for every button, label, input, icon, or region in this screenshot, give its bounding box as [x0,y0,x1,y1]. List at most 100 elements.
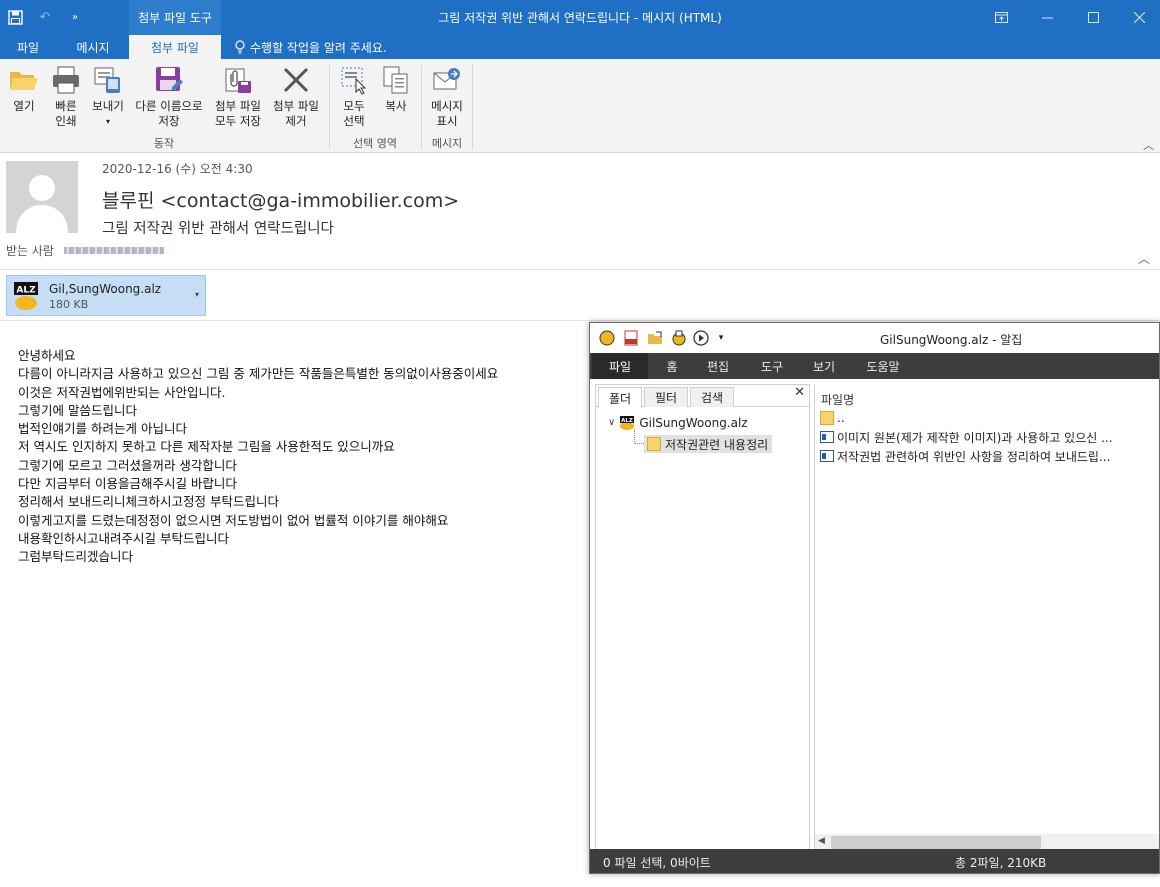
save-as-icon [153,63,185,97]
scrollbar-thumb[interactable] [831,836,1041,849]
extract-icon[interactable] [670,329,688,347]
chevron-down-icon[interactable]: ∨ [608,417,615,428]
close-pane-icon[interactable]: ✕ [794,385,805,400]
remove-attachment-button[interactable]: 첨부 파일 제거 [268,63,324,129]
select-all-label-1: 모두 [343,99,365,113]
play-icon[interactable] [692,329,710,347]
attachment-name: Gil,SungWoong.alz [49,282,162,296]
alzip-menu-view[interactable]: 보기 [804,353,844,379]
new-zip-icon[interactable] [622,329,640,347]
show-message-label-2: 표시 [436,114,458,128]
body-line: 그럼부탁드리겠습니다 [18,549,134,565]
send-button[interactable]: 보내기 ▾ [88,63,128,129]
alzip-menu-home[interactable]: 홈 [654,353,690,379]
status-total: 총 2파일, 210KB [955,856,1047,870]
column-header-filename[interactable]: 파일명 [821,391,854,408]
select-all-label-2: 선택 [343,114,365,128]
tab-search[interactable]: 검색 [690,387,734,407]
quick-access-toolbar: ↶ » [0,0,90,35]
collapse-ribbon-icon[interactable]: ︿ [1143,137,1154,153]
tree-root-item[interactable]: ∨ ALZ GilSungWoong.alz [608,415,748,430]
quick-print-button[interactable]: 빠른 인쇄 [46,63,86,129]
tab-message[interactable]: 메시지 [62,35,124,59]
alzip-menu-edit[interactable]: 편집 [698,353,738,379]
undo-icon[interactable]: ↶ [30,3,60,33]
show-message-button[interactable]: 메시지 표시 [425,63,469,129]
file-row-parent[interactable]: .. [820,409,845,427]
file-row[interactable]: 이미지 원본(제가 제작한 이미지)과 사용하고 있으신 ... [820,428,1113,446]
tree-child-label: 저작권관련 내용정리 [665,437,769,452]
file-row[interactable]: 저작권법 관련하여 위반인 사항을 정리하여 보내드립... [820,447,1110,465]
context-tab-title: 첨부 파일 도구 [129,0,221,35]
alzip-menu-file[interactable]: 파일 [592,353,648,379]
remove-label-2: 제거 [285,114,307,128]
tell-me-text: 수행할 작업을 알려 주세요. [250,40,387,55]
send-label-1: 보내기 [92,99,124,113]
alz-archive-icon: ALZ [620,416,635,430]
remove-label-1: 첨부 파일 [273,99,319,113]
copy-button[interactable]: 복사 [376,63,416,114]
group-label-selection: 선택 영역 [353,137,397,150]
folder-open-icon [8,63,40,97]
more-qat-icon[interactable]: » [60,3,90,33]
select-all-button[interactable]: 모두 선택 [334,63,374,129]
open-button[interactable]: 열기 [4,63,44,114]
scroll-left-icon[interactable]: ◀ [818,836,825,846]
avatar [6,161,78,233]
tab-file[interactable]: 파일 [4,35,52,59]
message-body: 안녕하세요 다름이 아니라지금 사용하고 있으신 그림 중 제가만든 작품들은특… [18,347,498,567]
save-as-button[interactable]: 다른 이름으로 저장 [130,63,208,129]
save-all-label-2: 모두 저장 [215,114,261,128]
alzip-menu-help[interactable]: 도움말 [858,353,908,379]
close-icon[interactable] [1116,0,1160,35]
show-message-label-1: 메시지 [431,99,463,113]
tab-attachment[interactable]: 첨부 파일 [129,35,221,59]
save-as-label-1: 다른 이름으로 [135,99,203,113]
alzip-window: ▾ GilSungWoong.alz - 알집 파일 홈 편집 도구 보기 도움… [589,322,1160,874]
tree-connector [634,429,644,444]
alz-archive-icon: ALZ [13,281,39,311]
chevron-down-icon[interactable]: ▾ [195,290,199,299]
maximize-icon[interactable] [1070,0,1116,35]
collapse-header-icon[interactable]: ︿ [1138,250,1150,267]
save-all-label-1: 첨부 파일 [215,99,261,113]
ribbon: 열기 빠른 인쇄 보내기 ▾ 다른 이름으로 저장 첨부 파일 모두 저장 첨부… [0,59,1160,153]
tab-folder[interactable]: 폴더 [598,387,642,408]
save-all-attachments-button[interactable]: 첨부 파일 모두 저장 [210,63,266,129]
ribbon-display-options-icon[interactable] [978,0,1024,35]
message-sender[interactable]: 블루핀 <contact@ga-immobilier.com> [102,186,459,213]
open-folder-icon[interactable] [646,329,664,347]
customize-qat-icon[interactable]: ▾ [712,329,730,347]
divider [0,320,1160,321]
body-line: 다만 지금부터 이용을금해주시길 바랍니다 [18,476,237,492]
minimize-icon[interactable] [1024,0,1070,35]
alz-badge-text: ALZ [16,286,36,296]
save-all-icon [222,63,254,97]
alzip-menu-tools[interactable]: 도구 [752,353,792,379]
copy-label-1: 복사 [385,99,407,113]
alzip-menu-bar: 파일 홈 편집 도구 보기 도움말 [590,353,1159,379]
send-to-icon [92,63,124,97]
save-as-label-2: 저장 [158,114,180,128]
folder-pane: 폴더 필터 검색 ✕ ∨ ALZ GilSungWoong.alz 저작권관련 … [595,384,810,851]
folder-icon [820,411,834,425]
tab-filter[interactable]: 필터 [644,387,688,407]
attachment-item[interactable]: ALZ Gil,SungWoong.alz 180 KB ▾ [6,275,206,316]
message-recipients: 받는 사람 [6,242,164,259]
tree-root-label: GilSungWoong.alz [639,415,748,430]
alzip-logo-icon [598,329,616,347]
group-separator [329,65,330,149]
file-list-pane: 파일명 .. 이미지 원본(제가 제작한 이미지)과 사용하고 있으신 ... … [814,384,1159,851]
window-title: 그림 저작권 위반 관해서 연락드립니다 - 메시지 (HTML) [438,11,722,25]
folder-icon [647,437,661,451]
tell-me-box[interactable]: 수행할 작업을 알려 주세요. [234,35,387,59]
document-icon [820,431,834,443]
message-subject: 그림 저작권 위반 관해서 연락드립니다 [102,221,334,237]
to-label: 받는 사람 [6,244,54,258]
copy-icon [380,63,412,97]
body-line: 다름이 아니라지금 사용하고 있으신 그림 중 제가만든 작품들은특별한 동의없… [18,366,499,382]
tree-child-item[interactable]: 저작권관련 내용정리 [644,435,773,453]
remove-x-icon [280,63,312,97]
save-icon[interactable] [0,3,30,33]
body-line: 이것은 저작권법에위반되는 사안입니다. [18,384,226,400]
